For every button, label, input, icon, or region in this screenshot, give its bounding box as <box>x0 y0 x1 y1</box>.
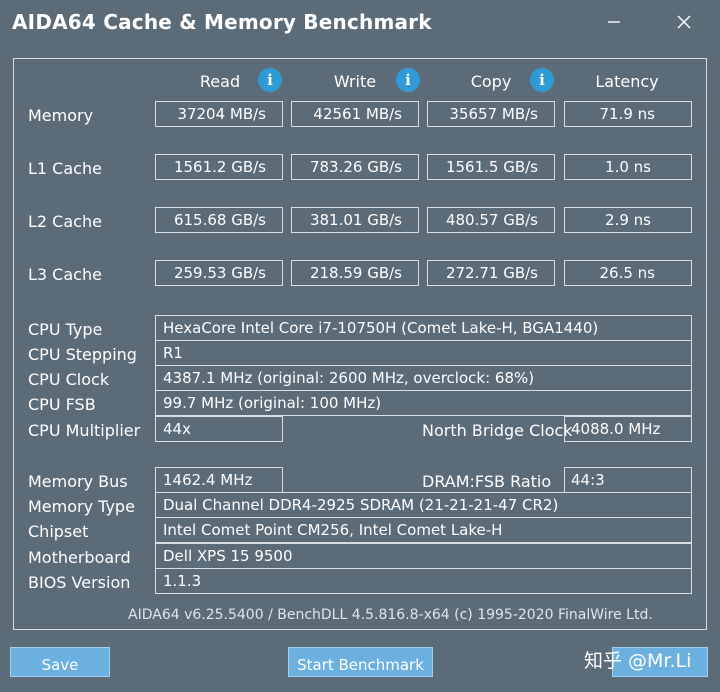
save-button[interactable]: Save <box>10 647 110 677</box>
cpu-type-label: CPU Type <box>28 320 103 339</box>
column-read: Read <box>199 72 241 91</box>
row-label-l2-cache: L2 Cache <box>28 212 102 231</box>
l1-read: 1561.2 GB/s <box>155 154 283 180</box>
column-latency: Latency <box>595 72 659 91</box>
l1-copy: 1561.5 GB/s <box>427 154 555 180</box>
l2-write: 381.01 GB/s <box>291 207 419 233</box>
cpu-stepping-label: CPU Stepping <box>28 345 137 364</box>
bios-version-label: BIOS Version <box>28 573 131 592</box>
chipset-label: Chipset <box>28 522 89 541</box>
window-title: AIDA64 Cache & Memory Benchmark <box>12 10 432 34</box>
start-benchmark-button[interactable]: Start Benchmark <box>288 647 433 677</box>
memory-type-label: Memory Type <box>28 497 135 516</box>
motherboard-value: Dell XPS 15 9500 <box>155 543 692 569</box>
l2-latency: 2.9 ns <box>564 207 692 233</box>
cpu-clock-value: 4387.1 MHz (original: 2600 MHz, overcloc… <box>155 365 692 391</box>
cpu-stepping-value: R1 <box>155 340 692 366</box>
memory-bus-label: Memory Bus <box>28 472 128 491</box>
memory-latency: 71.9 ns <box>564 101 692 127</box>
chipset-value: Intel Comet Point CM256, Intel Comet Lak… <box>155 517 692 543</box>
row-label-l1-cache: L1 Cache <box>28 159 102 178</box>
north-bridge-clock-label: North Bridge Clock <box>422 421 573 440</box>
row-label-memory: Memory <box>28 106 94 125</box>
cpu-multiplier-value: 44x <box>155 416 283 442</box>
dram-fsb-ratio-label: DRAM:FSB Ratio <box>422 472 552 491</box>
cpu-type-value: HexaCore Intel Core i7-10750H (Comet Lak… <box>155 315 692 341</box>
cpu-fsb-value: 99.7 MHz (original: 100 MHz) <box>155 390 692 416</box>
north-bridge-clock-value: 4088.0 MHz <box>564 416 692 442</box>
l2-read: 615.68 GB/s <box>155 207 283 233</box>
minimize-button[interactable] <box>600 8 628 36</box>
column-copy: Copy <box>470 72 512 91</box>
l1-write: 783.26 GB/s <box>291 154 419 180</box>
cpu-clock-label: CPU Clock <box>28 370 110 389</box>
footer-copyright: AIDA64 v6.25.5400 / BenchDLL 4.5.816.8-x… <box>128 607 653 623</box>
memory-write: 42561 MB/s <box>291 101 419 127</box>
cpu-fsb-label: CPU FSB <box>28 395 96 414</box>
l3-read: 259.53 GB/s <box>155 260 283 286</box>
row-label-l3-cache: L3 Cache <box>28 265 102 284</box>
bios-version-value: 1.1.3 <box>155 568 692 594</box>
l1-latency: 1.0 ns <box>564 154 692 180</box>
memory-bus-value: 1462.4 MHz <box>155 467 283 493</box>
memory-copy: 35657 MB/s <box>427 101 555 127</box>
read-info-icon[interactable]: i <box>258 68 282 92</box>
l3-latency: 26.5 ns <box>564 260 692 286</box>
copy-info-icon[interactable]: i <box>530 68 554 92</box>
column-write: Write <box>333 72 377 91</box>
minimize-icon <box>608 21 620 23</box>
memory-type-value: Dual Channel DDR4-2925 SDRAM (21-21-21-4… <box>155 492 692 518</box>
memory-read: 37204 MB/s <box>155 101 283 127</box>
motherboard-label: Motherboard <box>28 548 131 567</box>
watermark: 知乎 @Mr.Li <box>584 650 692 672</box>
title-bar: AIDA64 Cache & Memory Benchmark <box>0 0 720 48</box>
l3-write: 218.59 GB/s <box>291 260 419 286</box>
l3-copy: 272.71 GB/s <box>427 260 555 286</box>
write-info-icon[interactable]: i <box>396 68 420 92</box>
cpu-multiplier-label: CPU Multiplier <box>28 421 141 440</box>
close-button[interactable] <box>670 8 698 36</box>
dram-fsb-ratio-value: 44:3 <box>564 467 692 493</box>
l2-copy: 480.57 GB/s <box>427 207 555 233</box>
close-icon <box>677 15 691 29</box>
